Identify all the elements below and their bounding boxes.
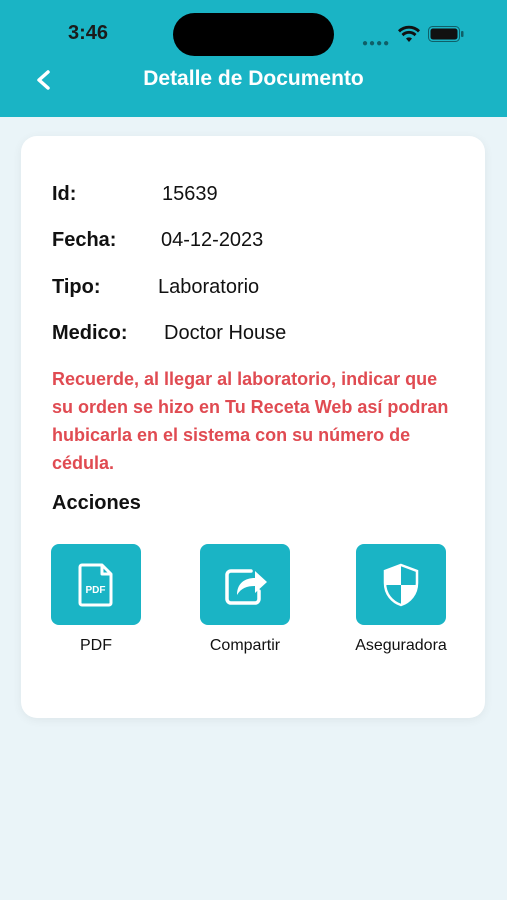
document-detail-card: Id: 15639 Fecha: 04-12-2023 Tipo: Labora…	[21, 136, 485, 718]
pdf-button[interactable]: PDF PDF	[36, 544, 156, 655]
insurer-button[interactable]: Aseguradora	[341, 544, 461, 655]
pdf-label: PDF	[80, 637, 112, 654]
insurer-label: Aseguradora	[355, 637, 447, 654]
battery-icon	[428, 26, 464, 42]
tipo-value: Laboratorio	[158, 276, 260, 298]
lab-notice: Recuerde, al llegar al laboratorio, indi…	[52, 369, 449, 473]
app-header: 3:46 ●●●● Detalle de Documento	[0, 0, 507, 117]
medico-label: Medico:	[52, 322, 128, 344]
fecha-value: 04-12-2023	[161, 229, 264, 251]
pdf-file-icon: PDF	[78, 563, 113, 606]
status-icons: ●●●●	[362, 24, 472, 49]
dynamic-island	[173, 13, 334, 56]
share-label: Compartir	[209, 637, 281, 654]
id-label: Id:	[52, 183, 77, 205]
id-value: 15639	[162, 183, 218, 205]
share-tile	[200, 544, 290, 625]
actions-title: Acciones	[52, 492, 141, 514]
medico-value: Doctor House	[164, 322, 287, 344]
pdf-tile: PDF	[51, 544, 141, 625]
wifi-icon	[398, 25, 420, 42]
share-button[interactable]: Compartir	[185, 544, 305, 655]
fecha-label: Fecha:	[52, 229, 117, 251]
share-icon	[225, 568, 267, 605]
page-title: Detalle de Documento	[143, 67, 364, 90]
insurer-tile	[356, 544, 446, 625]
shield-icon	[383, 563, 419, 606]
signal-icon: ●●●●	[362, 38, 391, 49]
pdf-icon-text: PDF	[86, 585, 106, 596]
tipo-label: Tipo:	[52, 276, 101, 298]
status-time: 3:46	[68, 22, 109, 44]
